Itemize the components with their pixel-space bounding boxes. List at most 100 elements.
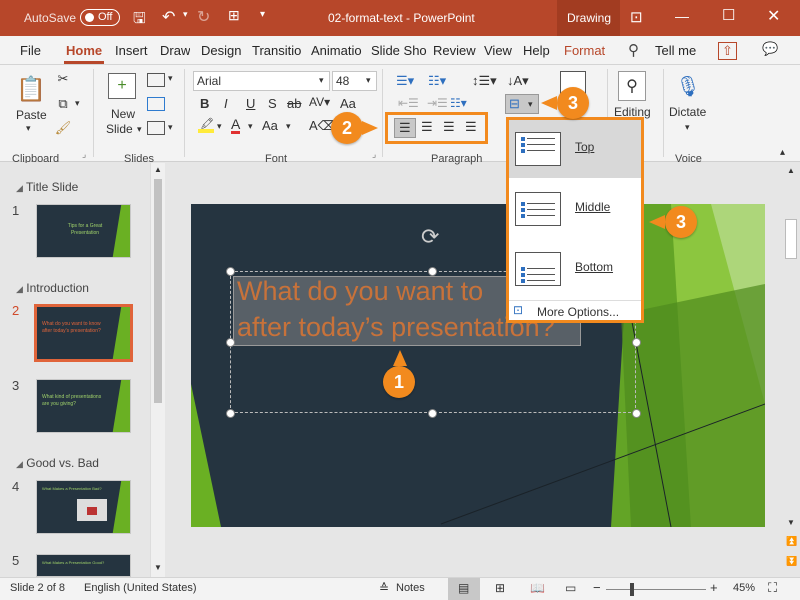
- thumbnails-scrollbar[interactable]: ▲ ▼: [150, 163, 165, 577]
- zoom-out-icon[interactable]: −: [593, 580, 601, 595]
- collapse-ribbon-icon[interactable]: ▴: [780, 147, 785, 158]
- copy-dropdown-icon[interactable]: ▾: [75, 98, 80, 109]
- notes-button[interactable]: Notes: [396, 582, 425, 594]
- layout-icon[interactable]: [147, 73, 165, 87]
- paste-label[interactable]: Paste: [16, 108, 47, 122]
- tab-transitions[interactable]: Transitio: [252, 43, 307, 58]
- section-collapse-icon[interactable]: ◢: [16, 284, 23, 294]
- slide-title-line-1[interactable]: What do you want to: [237, 276, 483, 307]
- text-direction-icon[interactable]: ↓A▾: [507, 73, 529, 89]
- ribbon-display-icon[interactable]: ⊡: [630, 8, 643, 26]
- scroll-down-icon[interactable]: ▼: [787, 518, 795, 527]
- resize-handle[interactable]: [226, 267, 235, 276]
- slide-thumbnail-5[interactable]: What Makes a Presentation Good?: [36, 554, 131, 577]
- resize-handle[interactable]: [428, 267, 437, 276]
- microphone-icon[interactable]: 🎙: [675, 71, 700, 101]
- comments-icon[interactable]: 💬: [762, 41, 778, 57]
- tab-file[interactable]: File: [20, 43, 41, 58]
- highlight-dropdown-icon[interactable]: ▾: [217, 121, 222, 132]
- slide-thumbnail-4[interactable]: What Makes a Presentation Bad?: [36, 480, 131, 534]
- section-collapse-icon[interactable]: ◢: [16, 183, 23, 193]
- clipboard-launcher-icon[interactable]: ⌟: [82, 149, 86, 160]
- tab-review[interactable]: Review: [433, 43, 476, 58]
- tab-design[interactable]: Design: [201, 43, 241, 58]
- dictate-dropdown-icon[interactable]: ▾: [685, 122, 690, 133]
- close-icon[interactable]: ✕: [767, 6, 780, 26]
- copy-icon[interactable]: ⧉: [54, 96, 72, 112]
- maximize-icon[interactable]: ☐: [722, 6, 735, 24]
- tab-help[interactable]: Help: [523, 43, 550, 58]
- next-slide-icon[interactable]: ⏬: [786, 556, 797, 567]
- align-right-button[interactable]: ☰: [443, 119, 455, 135]
- slide-thumbnail-3[interactable]: What kind of presentations are you givin…: [36, 379, 131, 433]
- align-center-button[interactable]: ☰: [421, 119, 433, 135]
- columns-icon[interactable]: ☷▾: [450, 96, 467, 110]
- align-text-button[interactable]: ⊟ ▾: [505, 94, 539, 114]
- change-case-icon[interactable]: Aa: [340, 96, 356, 111]
- section-collapse-icon[interactable]: ◢: [16, 459, 23, 469]
- minimize-icon[interactable]: —: [675, 8, 689, 24]
- redo-icon[interactable]: ↻: [197, 7, 210, 27]
- increase-indent-icon[interactable]: ⇥☰: [427, 96, 448, 110]
- previous-slide-icon[interactable]: ⏫: [786, 536, 797, 547]
- section-introduction[interactable]: ◢ Introduction: [16, 281, 89, 295]
- bullets-icon[interactable]: ☰▾: [396, 73, 414, 89]
- italic-button[interactable]: I: [224, 96, 228, 111]
- justify-button[interactable]: ☰: [465, 119, 477, 135]
- font-launcher-icon[interactable]: ⌟: [372, 149, 376, 160]
- section-icon[interactable]: [147, 121, 165, 135]
- paste-dropdown-icon[interactable]: ▾: [26, 123, 31, 134]
- scroll-thumb[interactable]: [154, 179, 162, 403]
- font-family-select[interactable]: Arial ▾: [193, 71, 330, 91]
- grow-font-button[interactable]: Aa: [262, 118, 278, 133]
- strikethrough-button[interactable]: ab: [287, 96, 301, 111]
- customize-qat-icon[interactable]: ▾: [260, 9, 265, 20]
- section-title-slide[interactable]: ◢ Title Slide: [16, 180, 78, 194]
- notes-icon[interactable]: ≙: [379, 581, 389, 595]
- new-slide-label-1[interactable]: New: [111, 107, 135, 121]
- bold-button[interactable]: B: [200, 96, 209, 111]
- cut-icon[interactable]: ✂: [56, 71, 70, 87]
- present-icon[interactable]: ⊞: [228, 7, 240, 24]
- rotate-handle-icon[interactable]: ⟳: [421, 224, 439, 250]
- find-icon[interactable]: ⚲: [618, 71, 646, 101]
- undo-icon[interactable]: ↶: [162, 7, 175, 27]
- slide-thumbnail-2[interactable]: What do you want to know after today's p…: [34, 304, 133, 362]
- shadow-button[interactable]: S: [268, 96, 277, 111]
- editor-scrollbar[interactable]: ▲ ▼ ⏫ ⏬: [782, 163, 800, 577]
- dictate-label[interactable]: Dictate: [669, 105, 706, 119]
- numbering-icon[interactable]: ☷▾: [428, 73, 446, 89]
- font-color-dropdown-icon[interactable]: ▾: [248, 121, 253, 132]
- tab-format[interactable]: Format: [564, 43, 605, 58]
- slide-sorter-icon[interactable]: ⊞: [495, 581, 505, 595]
- character-spacing-icon[interactable]: AV▾: [309, 95, 330, 109]
- font-size-dropdown-icon[interactable]: ▾: [286, 121, 291, 132]
- tab-animations[interactable]: Animatio: [311, 43, 367, 58]
- zoom-level[interactable]: 45%: [733, 582, 755, 594]
- align-bottom-option[interactable]: Bottom: [509, 240, 641, 298]
- tab-view[interactable]: View: [484, 43, 512, 58]
- share-icon[interactable]: ⇧: [718, 42, 737, 60]
- save-icon[interactable]: 🖫: [133, 8, 146, 33]
- align-top-option[interactable]: Top: [509, 120, 641, 178]
- resize-handle[interactable]: [226, 338, 235, 347]
- fit-to-window-icon[interactable]: ⛶: [768, 580, 777, 596]
- normal-view-button[interactable]: ▤: [448, 578, 480, 600]
- paste-icon[interactable]: 📋: [16, 73, 46, 105]
- font-color-button[interactable]: A: [231, 117, 241, 134]
- zoom-in-icon[interactable]: +: [710, 580, 718, 595]
- scroll-down-icon[interactable]: ▼: [154, 563, 162, 572]
- layout-dropdown-icon[interactable]: ▾: [168, 73, 173, 84]
- resize-handle[interactable]: [226, 409, 235, 418]
- section-good-vs-bad[interactable]: ◢ Good vs. Bad: [16, 456, 99, 470]
- scroll-up-icon[interactable]: ▲: [154, 165, 162, 174]
- reading-view-icon[interactable]: 📖: [530, 581, 545, 595]
- resize-handle[interactable]: [428, 409, 437, 418]
- scroll-up-icon[interactable]: ▲: [787, 166, 795, 175]
- highlight-icon[interactable]: 🖍: [198, 118, 214, 133]
- undo-dropdown-icon[interactable]: ▾: [183, 9, 188, 20]
- section-dropdown-icon[interactable]: ▾: [168, 122, 173, 133]
- tell-me-box[interactable]: Tell me: [655, 43, 696, 58]
- line-spacing-icon[interactable]: ↕☰▾: [472, 73, 497, 89]
- resize-handle[interactable]: [632, 338, 641, 347]
